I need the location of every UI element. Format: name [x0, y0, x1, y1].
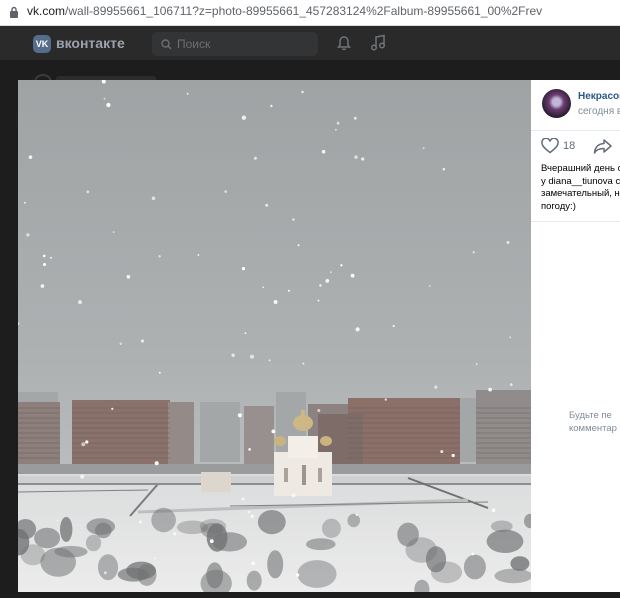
- caption-line: у diana__tiunova ск: [541, 175, 620, 187]
- caption-line: погоду:): [541, 200, 576, 212]
- caption-line: Вчерашний день с: [541, 163, 620, 174]
- divider: [531, 221, 620, 222]
- brand-name[interactable]: вконтакте: [56, 35, 125, 51]
- heart-icon[interactable]: [541, 138, 559, 154]
- like-count: 18: [563, 140, 576, 152]
- post-side-panel: Некрасовка сегодня в 18 Вчерашний день с…: [531, 80, 620, 592]
- share-icon[interactable]: [593, 138, 613, 154]
- search-placeholder: Поиск: [177, 37, 211, 51]
- search-input[interactable]: Поиск: [152, 32, 318, 56]
- comments-empty-line: комментар: [569, 422, 617, 434]
- caption-line: замечательный, н: [541, 188, 620, 199]
- author-avatar[interactable]: [542, 89, 571, 118]
- comments-empty-line: Будьте пе: [569, 410, 612, 421]
- divider: [531, 130, 620, 131]
- vk-logo[interactable]: VK: [33, 35, 51, 53]
- bell-icon[interactable]: [336, 35, 352, 51]
- lock-icon: [10, 6, 18, 18]
- url-host: vk.com: [27, 4, 66, 18]
- photo-viewer-image[interactable]: [18, 80, 531, 592]
- photo-snowy-city: [18, 80, 531, 592]
- url-text[interactable]: vk.com/wall-89955661_106711?z=photo-8995…: [27, 4, 542, 18]
- url-path: /wall-89955661_106711?z=photo-89955661_4…: [65, 4, 543, 18]
- author-name[interactable]: Некрасовка: [578, 91, 620, 102]
- music-icon[interactable]: [370, 34, 386, 51]
- post-caption: Вчерашний день с у diana__tiunova ск зам…: [541, 163, 620, 213]
- search-icon: [161, 39, 172, 50]
- post-time[interactable]: сегодня в: [578, 106, 620, 117]
- vk-header: VK вконтакте Поиск: [0, 26, 620, 60]
- address-bar[interactable]: vk.com/wall-89955661_106711?z=photo-8995…: [0, 0, 620, 26]
- comments-empty-note: Будьте пе комментар: [569, 410, 617, 435]
